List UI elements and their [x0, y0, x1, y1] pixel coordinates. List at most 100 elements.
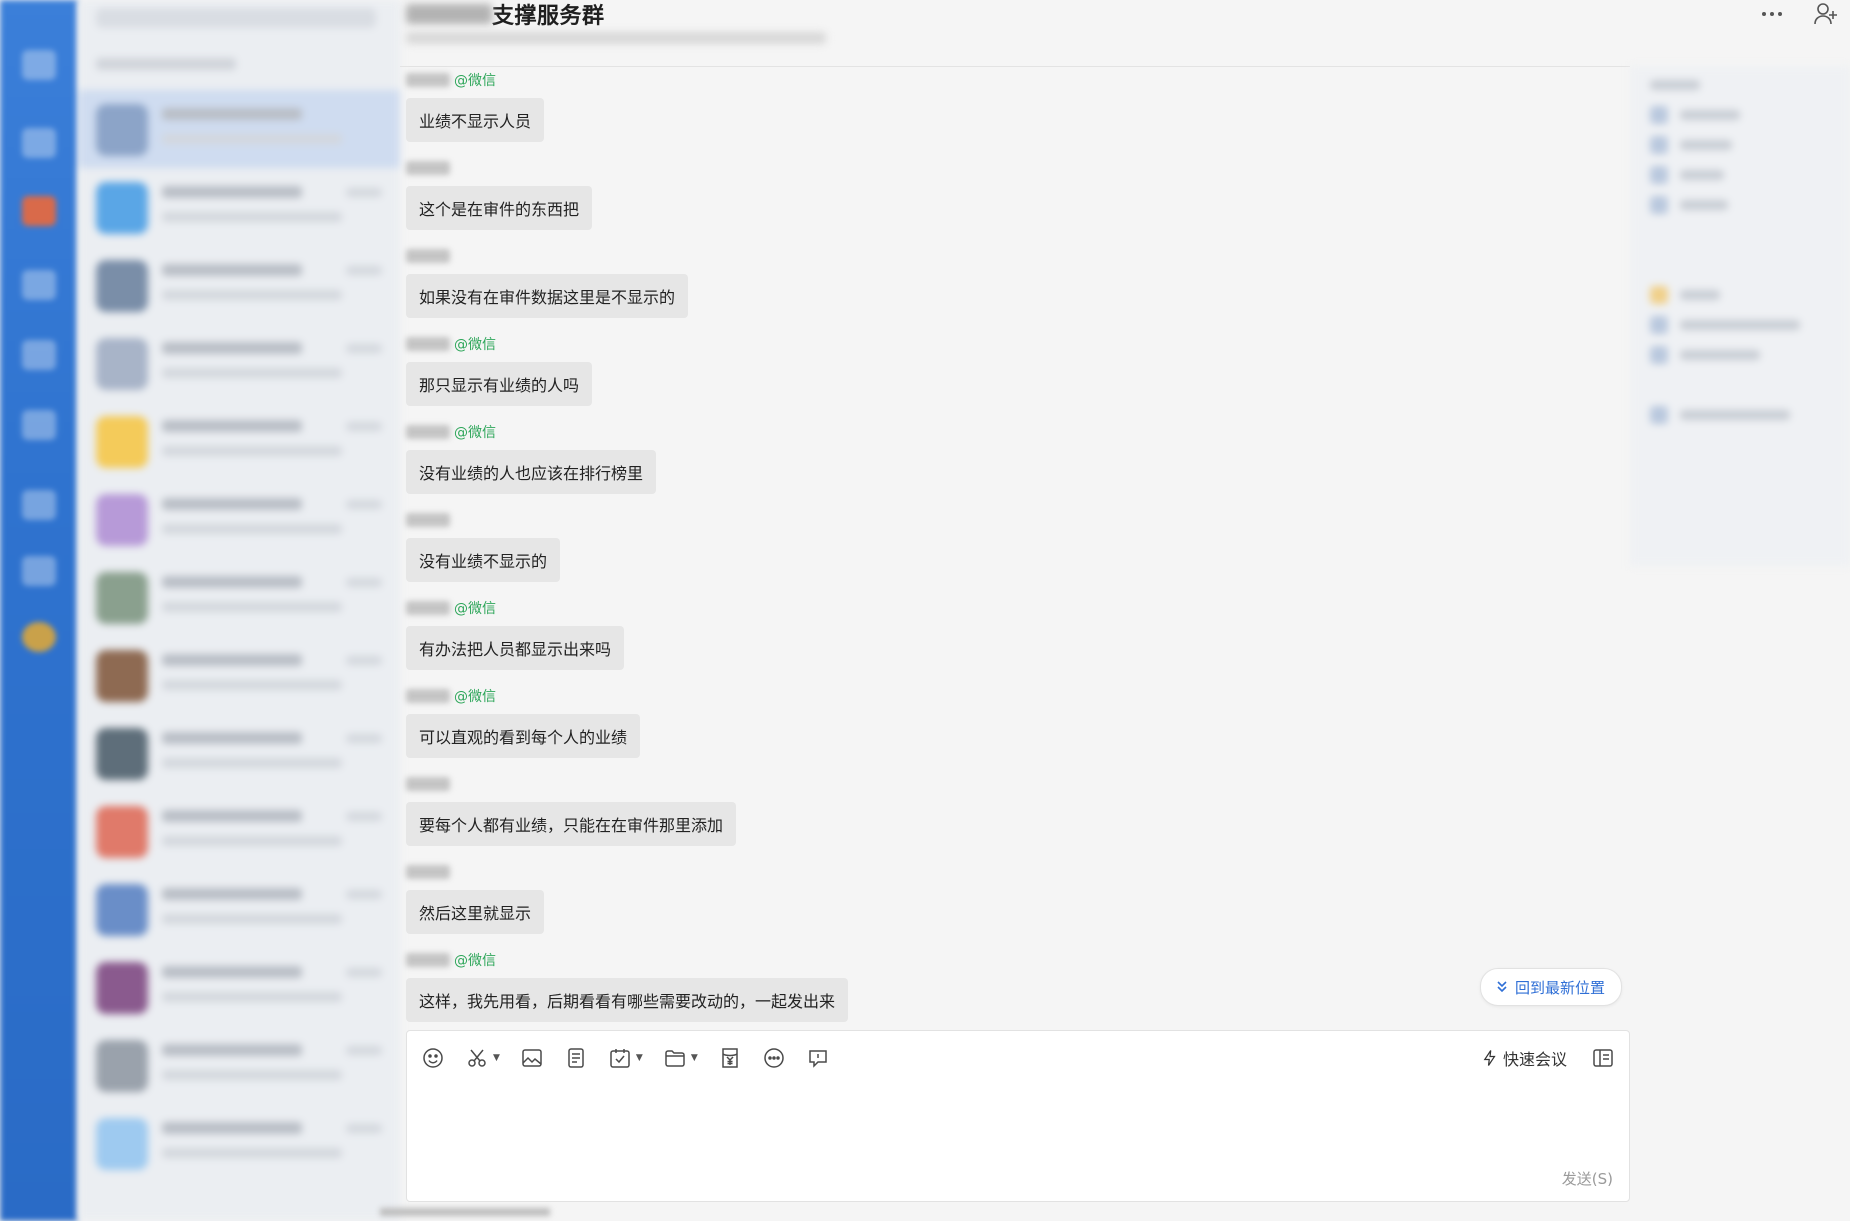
- list-filter[interactable]: [96, 58, 236, 70]
- composer-toolbar-right: 快速会议: [1481, 1046, 1615, 1070]
- conversation-item[interactable]: [78, 558, 400, 636]
- message-bubble[interactable]: 没有业绩的人也应该在排行榜里: [406, 450, 657, 494]
- more-icon[interactable]: [1758, 0, 1786, 28]
- conversation-item[interactable]: [78, 246, 400, 324]
- conversation-item[interactable]: [78, 948, 400, 1026]
- emoji-icon[interactable]: [421, 1046, 445, 1070]
- nav-icon[interactable]: [22, 128, 56, 158]
- conversation-item[interactable]: [78, 90, 400, 168]
- nav-icon[interactable]: [22, 50, 56, 80]
- document-icon[interactable]: [564, 1046, 588, 1070]
- message: 要每个人都有业绩，只能在在审件那里添加: [406, 774, 737, 846]
- jump-latest-button[interactable]: 回到最新位置: [1480, 968, 1623, 1006]
- sender-source: @微信: [454, 953, 496, 969]
- group-info-panel[interactable]: [1630, 66, 1850, 566]
- message: 这个是在审件的东西把: [406, 158, 593, 230]
- message-bubble[interactable]: 业绩不显示人员: [406, 98, 545, 142]
- sender-source: @微信: [454, 425, 496, 441]
- chat-header: 支撑服务群: [400, 0, 1630, 67]
- message: @微信 有办法把人员都显示出来吗: [406, 598, 625, 670]
- redacted-name: [406, 4, 492, 24]
- message-sender[interactable]: [406, 158, 592, 178]
- message-list[interactable]: @微信 业绩不显示人员 这个是在审件的东西把 如果没有在审件数据这里是不显示的 …: [400, 70, 1630, 1028]
- conversation-item[interactable]: [78, 402, 400, 480]
- redacted-name: [406, 161, 450, 175]
- message: 如果没有在审件数据这里是不显示的: [406, 246, 689, 318]
- conversation-list[interactable]: [78, 0, 400, 1221]
- message-bubble[interactable]: 要每个人都有业绩，只能在在审件那里添加: [406, 802, 737, 846]
- chevron-down-icon[interactable]: ▼: [691, 1053, 698, 1063]
- quick-meeting-label: 快速会议: [1502, 1050, 1567, 1069]
- app-window: 支撑服务群 @微信 业绩不显示人员 这个是在审件的东西把 如果没有在审件数据这里…: [0, 0, 1850, 1221]
- quick-meeting-button[interactable]: 快速会议: [1481, 1046, 1567, 1070]
- nav-icon[interactable]: [22, 556, 56, 586]
- message-sender[interactable]: @微信: [406, 598, 624, 618]
- conversation-item[interactable]: [78, 324, 400, 402]
- message-sender[interactable]: [406, 774, 736, 794]
- screenshot-icon[interactable]: ▼: [465, 1046, 500, 1070]
- message-sender[interactable]: @微信: [406, 950, 848, 970]
- message-sender[interactable]: [406, 246, 688, 266]
- nav-icon[interactable]: [22, 340, 56, 370]
- chevron-down-icon[interactable]: ▼: [636, 1053, 643, 1063]
- conversation-item[interactable]: [78, 714, 400, 792]
- redacted-name: [406, 953, 450, 967]
- chat-record-icon[interactable]: [806, 1046, 830, 1070]
- message: @微信 这样，我先用看，后期看看有哪些需要改动的，一起发出来: [406, 950, 849, 1022]
- red-packet-icon[interactable]: [718, 1046, 742, 1070]
- add-member-icon[interactable]: [1812, 0, 1840, 28]
- redacted-name: [406, 601, 450, 615]
- conversation-item[interactable]: [78, 636, 400, 714]
- search-input[interactable]: [96, 8, 376, 28]
- message-sender[interactable]: @微信: [406, 334, 592, 354]
- chat-actions: [1758, 0, 1840, 28]
- nav-icon[interactable]: [22, 196, 56, 226]
- message: @微信 可以直观的看到每个人的业绩: [406, 686, 641, 758]
- send-button[interactable]: 发送(S): [1562, 1168, 1613, 1189]
- message-sender[interactable]: [406, 862, 544, 882]
- chat-title-text: 支撑服务群: [492, 4, 605, 29]
- nav-icon[interactable]: [22, 622, 56, 652]
- task-icon[interactable]: ▼: [608, 1046, 643, 1070]
- double-chevron-down-icon: [1497, 981, 1507, 993]
- message-bubble[interactable]: 没有业绩不显示的: [406, 538, 561, 582]
- chat-subtitle: [406, 32, 826, 44]
- chat-title[interactable]: 支撑服务群: [406, 0, 605, 29]
- conversation-item[interactable]: [78, 168, 400, 246]
- message-bubble[interactable]: 那只显示有业绩的人吗: [406, 362, 593, 406]
- message: @微信 业绩不显示人员: [406, 70, 545, 142]
- conversation-item[interactable]: [78, 870, 400, 948]
- message: 然后这里就显示: [406, 862, 545, 934]
- folder-icon[interactable]: ▼: [663, 1046, 698, 1070]
- nav-icon[interactable]: [22, 410, 56, 440]
- message-sender[interactable]: [406, 510, 560, 530]
- sender-source: @微信: [454, 337, 496, 353]
- nav-icon[interactable]: [22, 490, 56, 520]
- message-bubble[interactable]: 这个是在审件的东西把: [406, 186, 593, 230]
- message-bubble[interactable]: 这样，我先用看，后期看看有哪些需要改动的，一起发出来: [406, 978, 849, 1022]
- conversation-item[interactable]: [78, 792, 400, 870]
- more-dots-icon[interactable]: [762, 1046, 786, 1070]
- message-bubble[interactable]: 可以直观的看到每个人的业绩: [406, 714, 641, 758]
- sidebar-toggle-icon[interactable]: [1591, 1046, 1615, 1070]
- redacted-name: [406, 689, 450, 703]
- message-sender[interactable]: @微信: [406, 686, 640, 706]
- message-bubble[interactable]: 有办法把人员都显示出来吗: [406, 626, 625, 670]
- image-icon[interactable]: [520, 1046, 544, 1070]
- message: 没有业绩不显示的: [406, 510, 561, 582]
- message-input[interactable]: [421, 1085, 1615, 1161]
- conversation-item[interactable]: [78, 480, 400, 558]
- message-bubble[interactable]: 如果没有在审件数据这里是不显示的: [406, 274, 689, 318]
- composer-toolbar: ▼ ▼ ▼ 快速会议: [421, 1043, 1615, 1073]
- nav-icon[interactable]: [22, 270, 56, 300]
- sender-source: @微信: [454, 601, 496, 617]
- conversation-item[interactable]: [78, 1104, 400, 1182]
- nav-rail[interactable]: [0, 0, 78, 1221]
- message-bubble[interactable]: 然后这里就显示: [406, 890, 545, 934]
- redacted-name: [406, 425, 450, 439]
- message-sender[interactable]: @微信: [406, 422, 656, 442]
- conversation-item[interactable]: [78, 1026, 400, 1104]
- sender-source: @微信: [454, 73, 496, 89]
- chevron-down-icon[interactable]: ▼: [493, 1053, 500, 1063]
- message-sender[interactable]: @微信: [406, 70, 544, 90]
